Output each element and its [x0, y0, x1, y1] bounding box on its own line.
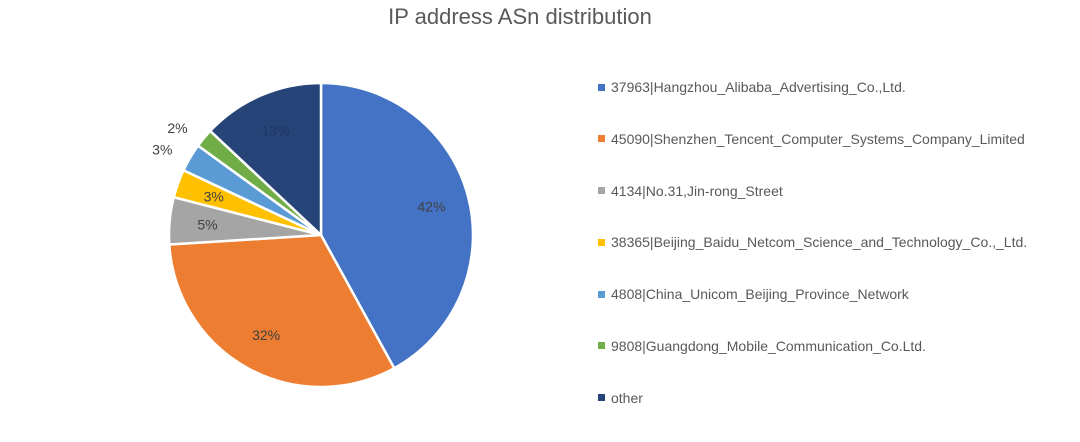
- data-label-other: 13%: [262, 122, 290, 138]
- data-label-37963-hangzhou-alibaba-advertising-co-lt: 42%: [417, 199, 445, 215]
- data-label-4808-china-unicom-beijing-province-netwo: 3%: [152, 141, 172, 157]
- legend-label: 4808|China_Unicom_Beijing_Province_Netwo…: [611, 286, 909, 303]
- legend-swatch: [598, 394, 605, 402]
- chart-container: IP address ASn distribution 42% 32% 5% 3% 3%…: [0, 0, 1080, 423]
- data-label-38365-beijing-baidu-netcom-science-and-t: 3%: [204, 188, 224, 204]
- legend-swatch: [598, 83, 605, 91]
- data-label-4134-no-31-jin-rong-street: 5%: [197, 216, 217, 232]
- legend-label: 45090|Shenzhen_Tencent_Computer_Systems_…: [611, 130, 1025, 147]
- legend: 37963|Hangzhou_Alibaba_Advertising_Co.,L…: [598, 79, 1027, 442]
- data-label-9808-guangdong-mobile-communication-co-l: 2%: [167, 120, 187, 136]
- legend-item: 4134|No.31,Jin-rong_Street: [598, 183, 1027, 199]
- legend-item: 4808|China_Unicom_Beijing_Province_Netwo…: [598, 286, 1027, 302]
- legend-swatch: [598, 290, 605, 298]
- legend-swatch: [598, 342, 605, 350]
- legend-label: 9808|Guangdong_Mobile_Communication_Co.L…: [611, 337, 926, 354]
- legend-swatch: [598, 238, 605, 246]
- legend-label: 37963|Hangzhou_Alibaba_Advertising_Co.,L…: [611, 79, 906, 95]
- legend-item: 45090|Shenzhen_Tencent_Computer_Systems_…: [598, 131, 1027, 147]
- legend-label: 38365|Beijing_Baidu_Netcom_Science_and_T…: [611, 234, 1028, 251]
- data-label-45090-shenzhen-tencent-computer-systems-: 32%: [252, 327, 280, 343]
- legend-swatch: [598, 135, 605, 143]
- legend-label: other: [611, 389, 643, 406]
- legend-label: 4134|No.31,Jin-rong_Street: [611, 182, 783, 199]
- legend-swatch: [598, 187, 605, 195]
- legend-item: 37963|Hangzhou_Alibaba_Advertising_Co.,L…: [598, 79, 1027, 95]
- legend-item: 38365|Beijing_Baidu_Netcom_Science_and_T…: [598, 234, 1027, 250]
- legend-item: 9808|Guangdong_Mobile_Communication_Co.L…: [598, 338, 1027, 354]
- legend-item: other: [598, 390, 1027, 406]
